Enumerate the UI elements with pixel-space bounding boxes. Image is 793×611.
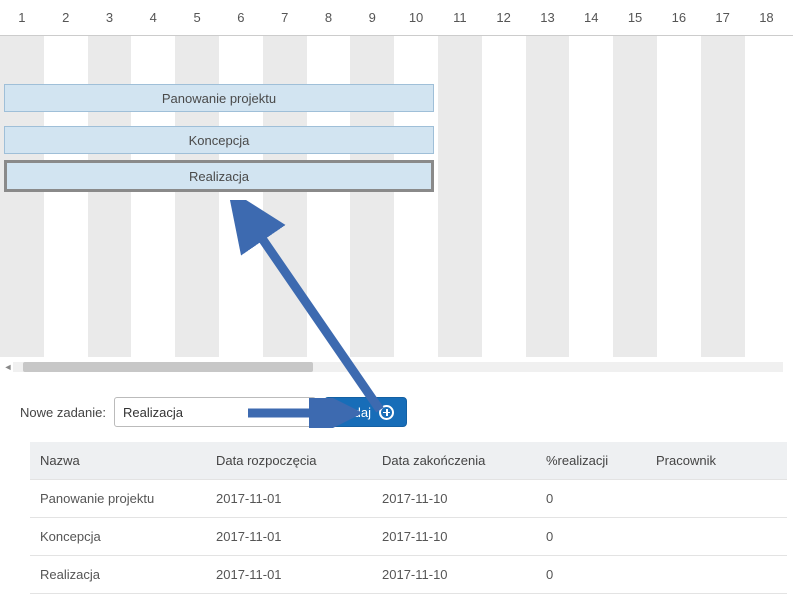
timeline-day-header: 6: [219, 0, 263, 35]
table-cell: 0: [546, 567, 656, 582]
table-cell: 2017-11-01: [216, 567, 382, 582]
timeline-header: 123456789101112131415161718: [0, 0, 793, 36]
table-cell: 2017-11-10: [382, 529, 546, 544]
timeline-day-header: 5: [175, 0, 219, 35]
new-task-label: Nowe zadanie:: [20, 405, 106, 420]
timeline-day-header: 11: [438, 0, 482, 35]
plus-circle-icon: [379, 405, 394, 420]
th-progress: %realizacji: [546, 453, 656, 468]
timeline-day-header: 3: [88, 0, 132, 35]
table-cell: 0: [546, 529, 656, 544]
timeline-day-header: 2: [44, 0, 88, 35]
table-cell: Panowanie projektu: [40, 491, 216, 506]
timeline-day-header: 15: [613, 0, 657, 35]
gantt-bar[interactable]: Koncepcja: [4, 126, 434, 154]
table-cell: 2017-11-10: [382, 491, 546, 506]
horizontal-scrollbar[interactable]: ◄: [13, 362, 783, 372]
timeline-day-header: 7: [263, 0, 307, 35]
gantt-timeline: 123456789101112131415161718 Panowanie pr…: [0, 0, 793, 357]
table-cell: 2017-11-10: [382, 567, 546, 582]
timeline-day-header: 8: [307, 0, 351, 35]
add-button[interactable]: Dodaj: [324, 397, 407, 427]
table-cell: 0: [546, 491, 656, 506]
timeline-day-header: 16: [657, 0, 701, 35]
gantt-bar[interactable]: Panowanie projektu: [4, 84, 434, 112]
table-row[interactable]: Panowanie projektu2017-11-012017-11-100: [30, 480, 787, 518]
table-cell: Realizacja: [40, 567, 216, 582]
gantt-bar[interactable]: Realizacja: [4, 160, 434, 192]
table-cell: Koncepcja: [40, 529, 216, 544]
timeline-day-header: 9: [350, 0, 394, 35]
scroll-left-arrow[interactable]: ◄: [3, 362, 13, 372]
th-name: Nazwa: [40, 453, 216, 468]
th-start: Data rozpoczęcia: [216, 453, 382, 468]
table-row[interactable]: Realizacja2017-11-012017-11-100: [30, 556, 787, 594]
timeline-day-header: 17: [701, 0, 745, 35]
th-end: Data zakończenia: [382, 453, 546, 468]
timeline-day-header: 18: [745, 0, 789, 35]
table-cell: 2017-11-01: [216, 529, 382, 544]
timeline-day-header: 1: [0, 0, 44, 35]
timeline-day-header: 14: [569, 0, 613, 35]
timeline-body[interactable]: Panowanie projektu Koncepcja Realizacja: [0, 36, 793, 357]
new-task-input[interactable]: [114, 397, 316, 427]
th-worker: Pracownik: [656, 453, 777, 468]
timeline-day-header: 13: [526, 0, 570, 35]
tasks-table: Nazwa Data rozpoczęcia Data zakończenia …: [30, 442, 787, 594]
add-button-label: Dodaj: [337, 405, 371, 420]
timeline-day-header: 10: [394, 0, 438, 35]
timeline-day-header: 12: [482, 0, 526, 35]
table-header-row: Nazwa Data rozpoczęcia Data zakończenia …: [30, 442, 787, 480]
table-cell: 2017-11-01: [216, 491, 382, 506]
table-row[interactable]: Koncepcja2017-11-012017-11-100: [30, 518, 787, 556]
timeline-day-header: 4: [131, 0, 175, 35]
scrollbar-thumb[interactable]: [23, 362, 313, 372]
